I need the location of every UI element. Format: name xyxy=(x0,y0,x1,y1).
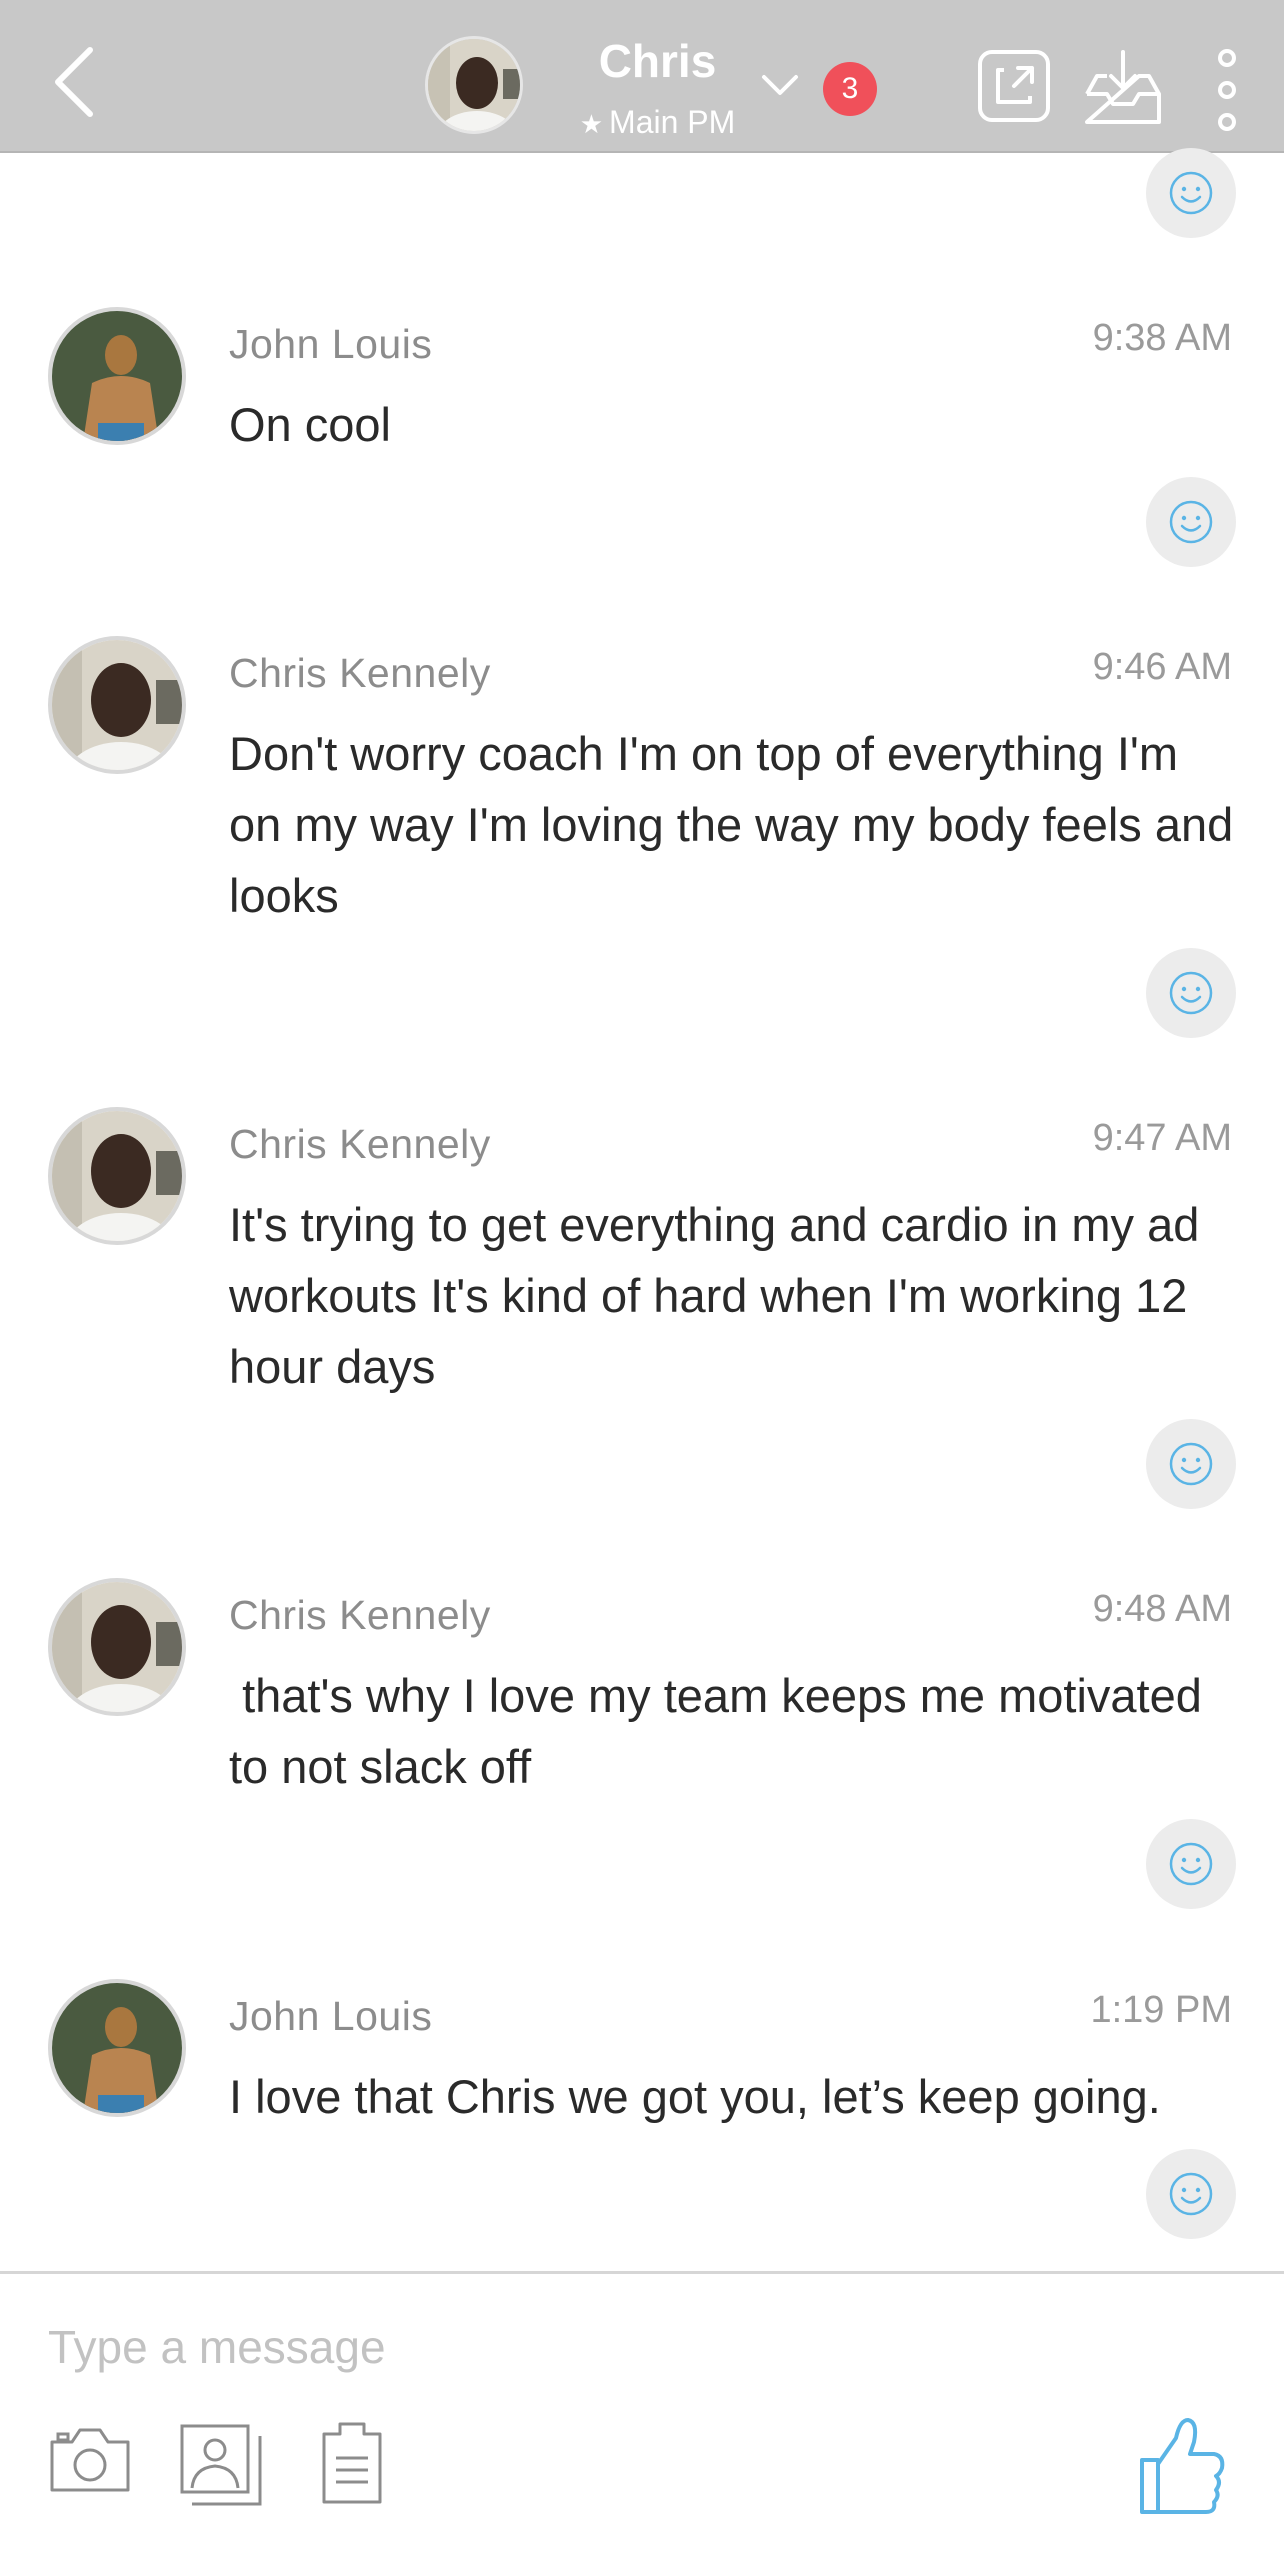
message-text: I love that Chris we got you, let’s keep… xyxy=(229,2070,1161,2123)
chevron-down-icon xyxy=(762,75,798,95)
message-sender: John Louis xyxy=(229,1993,433,2039)
smiley-icon xyxy=(1169,1442,1213,1486)
avatar[interactable] xyxy=(48,1578,186,1716)
message-timestamp: 9:47 AM xyxy=(1092,1117,1232,1159)
message-timestamp: 9:48 AM xyxy=(1092,1588,1232,1630)
chat-title[interactable]: Chris xyxy=(560,34,755,88)
message-sender: Chris Kennely xyxy=(229,1121,491,1167)
unread-badge[interactable]: 3 xyxy=(823,62,877,116)
message-text: Don't worry coach I'm on top of everythi… xyxy=(229,727,1247,922)
thumbs-up-button[interactable] xyxy=(1136,2414,1228,2523)
message-timestamp: 9:46 AM xyxy=(1092,646,1232,688)
back-arrow-icon xyxy=(55,47,93,117)
star-icon: ★ xyxy=(579,109,604,139)
photo-library-icon xyxy=(180,2424,262,2506)
message-composer xyxy=(0,2271,1284,2569)
thumbs-up-icon xyxy=(1140,2418,1225,2514)
external-link-button[interactable] xyxy=(976,48,1052,124)
camera-icon xyxy=(50,2428,130,2492)
chat-subtitle: ★ Main PM xyxy=(560,104,755,141)
chat-dropdown-button[interactable] xyxy=(758,70,802,100)
smiley-icon xyxy=(1169,1842,1213,1886)
message-text: On cool xyxy=(229,398,391,451)
message-sender: Chris Kennely xyxy=(229,650,491,696)
message-text: that's why I love my team keeps me motiv… xyxy=(229,1669,1215,1793)
more-options-button[interactable] xyxy=(1210,48,1244,132)
add-reaction-button[interactable] xyxy=(1146,2149,1236,2239)
avatar[interactable] xyxy=(48,1979,186,2117)
john-louis-avatar-image xyxy=(52,311,182,441)
inbox-download-button[interactable] xyxy=(1083,48,1163,128)
chris-kennely-avatar-image xyxy=(52,640,182,770)
avatar[interactable] xyxy=(425,36,523,134)
message-input[interactable] xyxy=(48,2312,1228,2382)
document-icon xyxy=(322,2422,382,2504)
chat-header: Chris ★ Main PM 3 xyxy=(0,0,1284,153)
message-sender: Chris Kennely xyxy=(229,1592,491,1638)
avatar[interactable] xyxy=(48,636,186,774)
chris-kennely-avatar-image xyxy=(52,1111,182,1241)
john-louis-avatar-image xyxy=(52,1983,182,2113)
more-vertical-icon xyxy=(1218,49,1236,131)
chat-subtitle-label: Main PM xyxy=(609,104,736,140)
add-reaction-button[interactable] xyxy=(1146,1419,1236,1509)
chris-kennely-avatar-image xyxy=(52,1582,182,1712)
back-button[interactable] xyxy=(40,40,110,120)
avatar[interactable] xyxy=(48,1107,186,1245)
message-sender: John Louis xyxy=(229,321,433,367)
message-text: It's trying to get everything and cardio… xyxy=(229,1198,1213,1393)
add-reaction-button[interactable] xyxy=(1146,1819,1236,1909)
message-timestamp: 1:19 PM xyxy=(1090,1989,1232,2031)
photo-library-button[interactable] xyxy=(178,2422,264,2513)
inbox-download-icon xyxy=(1085,50,1161,124)
add-reaction-button[interactable] xyxy=(1146,477,1236,567)
add-reaction-button[interactable] xyxy=(1146,148,1236,238)
camera-button[interactable] xyxy=(48,2424,132,2499)
smiley-icon xyxy=(1169,971,1213,1015)
smiley-icon xyxy=(1169,171,1213,215)
add-reaction-button[interactable] xyxy=(1146,948,1236,1038)
external-link-icon xyxy=(978,50,1050,122)
message-timestamp: 9:38 AM xyxy=(1092,317,1232,359)
document-button[interactable] xyxy=(320,2420,384,2511)
smiley-icon xyxy=(1169,2172,1213,2216)
smiley-icon xyxy=(1169,500,1213,544)
chris-avatar-image xyxy=(428,39,520,131)
avatar[interactable] xyxy=(48,307,186,445)
